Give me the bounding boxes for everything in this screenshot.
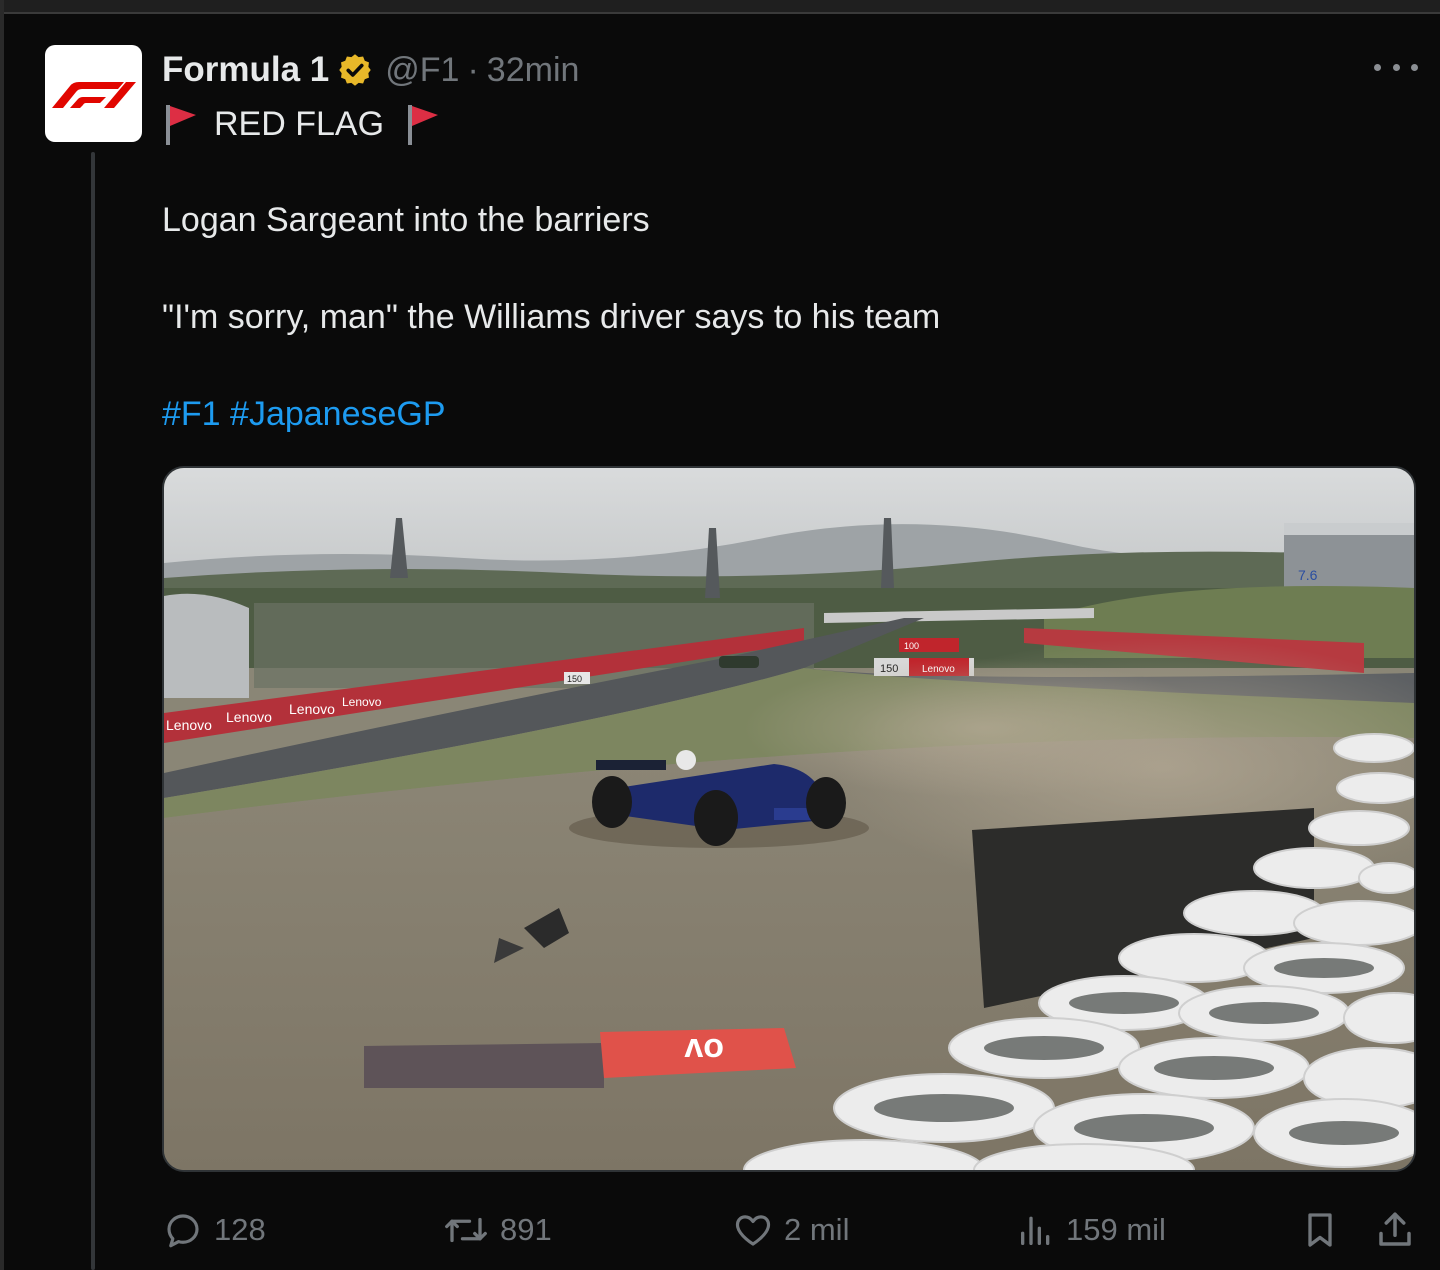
hashtag-link[interactable]: #JapaneseGP — [230, 395, 446, 433]
bookmark-button[interactable] — [1300, 1200, 1350, 1260]
red-flag-text: RED FLAG — [214, 104, 385, 143]
thread-line — [91, 152, 95, 1270]
tweet-image[interactable]: 150 Lenovo 100 7.6 Lenovo Lenovo Lenovo … — [162, 466, 1416, 1172]
retweet-button[interactable]: 891 — [442, 1200, 552, 1260]
share-icon — [1379, 1212, 1411, 1246]
views-icon — [1021, 1216, 1050, 1245]
heart-icon — [735, 1215, 771, 1246]
reply-icon — [167, 1214, 199, 1248]
action-bar: 128 891 2 mil 159 mil — [0, 1200, 1440, 1260]
board-text: ov — [684, 1031, 724, 1069]
author-name[interactable]: Formula 1 — [162, 50, 329, 90]
crash-scene-image: 150 Lenovo 100 7.6 Lenovo Lenovo Lenovo … — [164, 468, 1414, 1170]
window-top-border — [0, 0, 1440, 14]
reply-button[interactable]: 128 — [162, 1200, 266, 1260]
share-button[interactable] — [1374, 1200, 1426, 1260]
separator-dot: · — [467, 50, 479, 89]
tweet-text-line: "I'm sorry, man" the Williams driver say… — [162, 298, 941, 336]
more-icon-dot — [1392, 63, 1400, 71]
sign-text: 150 — [567, 674, 582, 684]
f1-logo-icon — [51, 81, 136, 108]
tweet-text-line: Logan Sargeant into the barriers — [162, 201, 650, 239]
like-button[interactable]: 2 mil — [732, 1200, 849, 1260]
more-icon-dot — [1411, 63, 1418, 71]
sign-text: Lenovo — [289, 701, 335, 717]
red-flag-icon — [166, 105, 196, 145]
views-button[interactable]: 159 mil — [1016, 1200, 1166, 1260]
verified-badge-icon — [339, 54, 372, 86]
tweet-header: Formula 1 @F1 · 32min — [162, 44, 579, 96]
retweet-count: 891 — [500, 1212, 552, 1247]
views-count: 159 mil — [1066, 1212, 1166, 1247]
retweet-icon — [445, 1217, 487, 1243]
avatar[interactable]: F1 — [45, 45, 142, 142]
post-time[interactable]: 32min — [487, 51, 580, 90]
sign-text: Lenovo — [166, 717, 212, 733]
window-left-border — [0, 0, 4, 1270]
more-button[interactable] — [1374, 52, 1418, 82]
red-flag-icon — [408, 105, 439, 145]
author-handle[interactable]: @F1 — [385, 51, 459, 90]
like-count: 2 mil — [784, 1212, 850, 1247]
sign-text: Lenovo — [226, 709, 272, 725]
sign-text: 100 — [904, 641, 919, 651]
hashtag-link[interactable]: #F1 — [162, 395, 221, 433]
more-icon-dot — [1374, 63, 1381, 71]
bookmark-icon — [1308, 1213, 1332, 1247]
sign-text: 7.6 — [1298, 567, 1318, 583]
reply-count: 128 — [214, 1212, 266, 1247]
tweet-line-red-flag: RED FLAG — [162, 98, 440, 150]
sign-text: Lenovo — [342, 695, 382, 709]
hashtags: #F1 #JapaneseGP — [162, 390, 446, 438]
